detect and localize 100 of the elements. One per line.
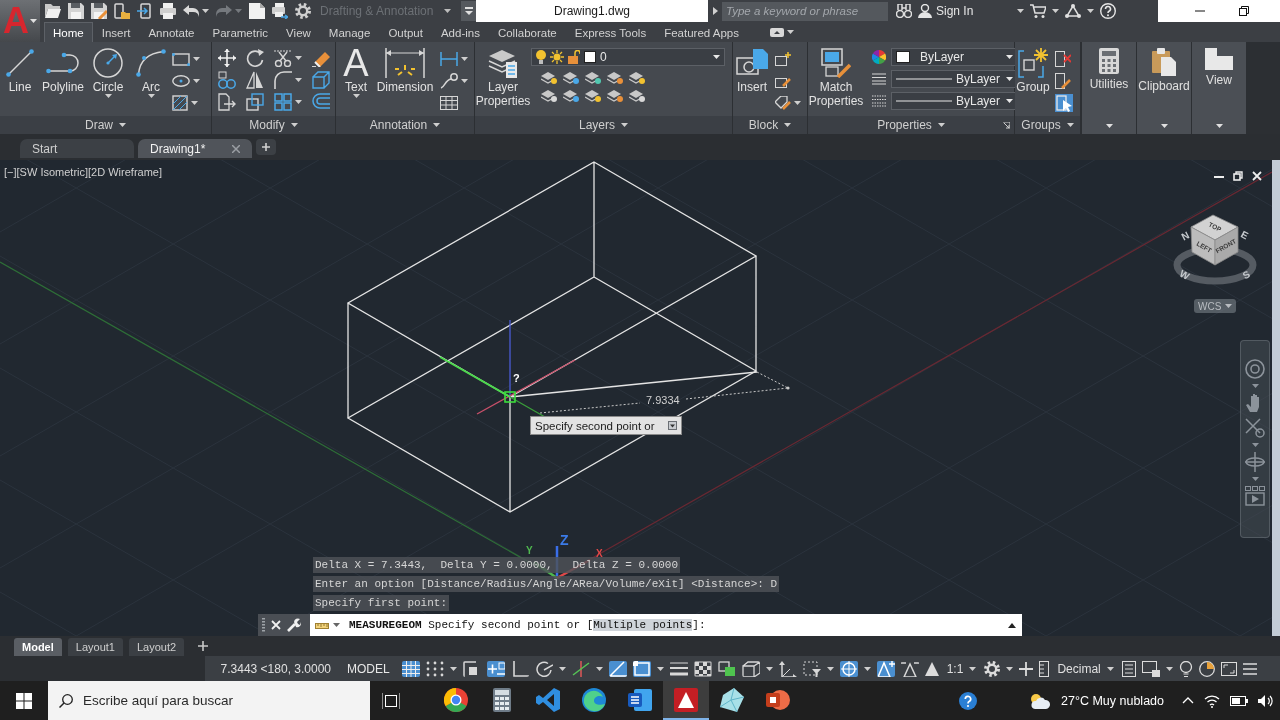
rectangle-star-icon[interactable] [775, 52, 791, 66]
ribbon-tab[interactable]: Annotate [139, 22, 204, 42]
panel-title[interactable]: Layers [579, 118, 628, 132]
line-icon[interactable] [6, 49, 34, 77]
triangle-sparkle-icon[interactable] [876, 660, 895, 677]
concentric-circles-icon[interactable] [1245, 359, 1265, 379]
eraser-icon[interactable] [312, 49, 330, 67]
model-space-button[interactable]: MODEL [343, 661, 394, 676]
caret-icon[interactable] [1052, 9, 1060, 13]
ribbon-tab[interactable]: Manage [319, 22, 380, 42]
caret-icon[interactable] [461, 57, 468, 61]
crosshair-circle-icon[interactable] [839, 660, 858, 677]
ribbon-tab[interactable]: Add-ins [431, 22, 489, 42]
overlapping-squares-icon[interactable] [717, 660, 736, 677]
arc-button[interactable]: Arc [130, 42, 172, 98]
stacked-layers-icon[interactable] [541, 88, 557, 102]
caret-icon[interactable] [1006, 77, 1013, 81]
binoculars-icon[interactable] [896, 4, 912, 18]
bulb-icon[interactable] [1178, 660, 1193, 677]
ucs-dropdown[interactable]: WCS [1194, 299, 1237, 313]
caret-icon[interactable] [786, 30, 794, 34]
line-button[interactable]: Line [0, 42, 40, 94]
plus-icon[interactable] [198, 641, 209, 651]
layout-tab[interactable]: Model [14, 638, 62, 656]
layout-tab[interactable]: Layout1 [67, 638, 123, 656]
caret-icon[interactable] [449, 666, 457, 671]
ribbon-logo-icon[interactable] [536, 687, 560, 712]
stacked-layers-icon[interactable] [629, 70, 645, 84]
ellipse-icon[interactable] [172, 75, 190, 87]
caret-icon[interactable] [621, 123, 628, 127]
cube-icon[interactable] [741, 660, 760, 677]
stacked-layers-icon[interactable] [563, 70, 579, 84]
document-tile-icon[interactable] [628, 687, 652, 712]
restore-icon[interactable] [1238, 6, 1249, 16]
weather-icon[interactable] [1029, 692, 1051, 709]
stacked-layers-icon[interactable] [585, 70, 601, 84]
open-circle-icon[interactable] [534, 660, 553, 677]
menu-icon[interactable] [1242, 662, 1257, 675]
four-squares-icon[interactable] [274, 93, 292, 111]
viewport-control[interactable]: [−] [4, 166, 17, 178]
caret-icon[interactable] [202, 9, 209, 13]
triangle-right-icon[interactable] [712, 7, 718, 15]
layer-properties-button[interactable]: Layer Properties [475, 42, 531, 108]
taskbar-button[interactable] [663, 681, 709, 720]
lineweight-dropdown[interactable]: ByLayer [891, 92, 1018, 110]
compass-label[interactable]: E [1239, 228, 1251, 242]
rectangle-pencil-icon[interactable] [1055, 73, 1071, 89]
bracket-star-icon[interactable] [1018, 48, 1048, 78]
color-wheel-icon[interactable] [872, 50, 886, 64]
two-circles-icon[interactable] [218, 71, 236, 89]
mirrored-triangles-icon[interactable] [246, 71, 264, 89]
ruler-icon[interactable] [1039, 660, 1050, 677]
caret-icon[interactable] [794, 101, 801, 105]
caret-icon[interactable] [352, 94, 360, 98]
sun-icon[interactable] [550, 50, 564, 64]
triangle-arrows-icon[interactable] [900, 660, 919, 677]
match-properties-button[interactable]: Match Properties [808, 42, 864, 108]
printer-icon[interactable] [160, 3, 176, 19]
fullscreen-icon[interactable] [1220, 661, 1237, 676]
collapsed-panel-button[interactable]: View [1192, 42, 1246, 134]
caret-icon[interactable] [191, 101, 198, 105]
file-tab[interactable]: Start [20, 139, 134, 158]
caret-icon[interactable] [333, 623, 340, 627]
leader-icon[interactable] [440, 73, 458, 89]
user-icon[interactable] [918, 4, 932, 18]
cross-circle-icon[interactable] [1245, 418, 1265, 438]
caret-up-icon[interactable] [1008, 622, 1016, 628]
caret-icon[interactable] [104, 94, 112, 98]
caret-icon[interactable] [1251, 477, 1259, 481]
linetype-dropdown[interactable]: ByLayer [891, 70, 1018, 88]
caret-icon[interactable] [295, 100, 302, 104]
caret-icon[interactable] [1251, 443, 1259, 447]
network-icon[interactable] [1204, 693, 1220, 708]
caret-icon[interactable] [193, 57, 200, 61]
caret-icon[interactable] [826, 666, 834, 671]
right-angle-icon[interactable] [510, 660, 529, 677]
volume-icon[interactable] [1258, 693, 1274, 708]
color-swatch-icon[interactable] [896, 51, 910, 63]
caret-icon[interactable] [290, 123, 298, 127]
battery-icon[interactable] [1230, 695, 1248, 706]
framed-square-icon[interactable] [632, 660, 651, 677]
stepped-block-icon[interactable] [1205, 48, 1233, 70]
weather-text[interactable]: 27°C Muy nublado [1061, 693, 1164, 708]
triangle-icon[interactable] [924, 661, 939, 676]
caret-icon[interactable] [1160, 124, 1168, 128]
grid-icon[interactable] [401, 660, 420, 677]
caret-icon[interactable] [1215, 124, 1223, 128]
plus-minus-icon[interactable] [486, 660, 505, 677]
crossed-axes-icon[interactable] [571, 660, 590, 677]
help-icon[interactable] [959, 691, 977, 710]
list-sheet-icon[interactable] [1121, 660, 1136, 677]
plus-icon[interactable] [256, 139, 276, 155]
undo-icon[interactable] [183, 5, 199, 17]
floppy-pencil-icon[interactable] [91, 3, 107, 19]
printer-arrow-icon[interactable] [272, 3, 288, 19]
search-field[interactable]: Escribe aquí para buscar [48, 681, 370, 720]
caret-icon[interactable] [147, 94, 155, 98]
scissors-icon[interactable] [274, 49, 292, 67]
caret-icon[interactable] [1006, 666, 1014, 671]
linear-dimension-icon[interactable] [440, 52, 458, 66]
